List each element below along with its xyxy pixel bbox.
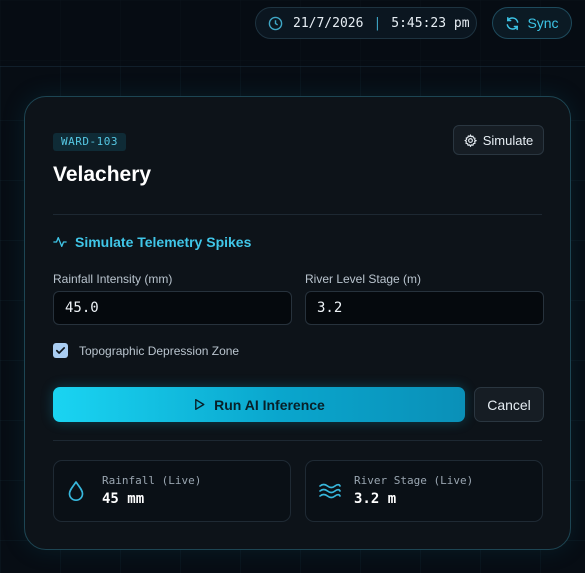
cancel-button[interactable]: Cancel [474, 387, 544, 422]
activity-icon [53, 235, 67, 249]
run-inference-label: Run AI Inference [214, 396, 325, 413]
waves-icon [318, 480, 342, 507]
checkbox[interactable] [53, 343, 68, 358]
river-level-input[interactable] [305, 291, 544, 325]
ward-card: WARD-103 Velachery Simulate Simulate Tel… [24, 96, 571, 550]
topographic-checkbox-row[interactable]: Topographic Depression Zone [53, 343, 239, 358]
section-title: Simulate Telemetry Spikes [75, 234, 252, 250]
rainfall-input[interactable] [53, 291, 292, 325]
play-icon [193, 398, 206, 411]
ward-id-badge: WARD-103 [53, 133, 126, 151]
rainfall-label: Rainfall Intensity (mm) [53, 272, 173, 286]
date-text: 21/7/2026 [293, 15, 364, 31]
metric-label: River Stage (Live) [354, 474, 474, 487]
checkmark-icon [55, 347, 66, 354]
refresh-icon [505, 16, 520, 31]
metric-label: Rainfall (Live) [102, 474, 202, 487]
date-time-separator: | [373, 15, 382, 31]
date-time-display: 21/7/2026 | 5:45:23 pm [255, 7, 477, 39]
divider [53, 440, 542, 441]
droplet-icon [66, 480, 86, 507]
top-bar: 21/7/2026 | 5:45:23 pm Sync [0, 0, 585, 67]
simulate-label: Simulate [482, 132, 534, 148]
sync-button[interactable]: Sync [492, 7, 572, 39]
metric-value: 3.2 m [354, 491, 397, 507]
clock-icon [268, 16, 283, 31]
gear-icon [463, 133, 477, 147]
metric-value: 45 mm [102, 491, 145, 507]
river-stage-live-metric: River Stage (Live) 3.2 m [305, 460, 543, 522]
divider [53, 214, 542, 215]
sync-label: Sync [527, 15, 559, 31]
simulate-button[interactable]: Simulate [453, 125, 544, 155]
river-level-label: River Level Stage (m) [305, 272, 422, 286]
time-text: 5:45:23 pm [391, 15, 470, 31]
rainfall-live-metric: Rainfall (Live) 45 mm [53, 460, 291, 522]
section-header: Simulate Telemetry Spikes [53, 234, 251, 250]
run-inference-button[interactable]: Run AI Inference [53, 387, 465, 422]
checkbox-label: Topographic Depression Zone [79, 343, 240, 358]
ward-name-title: Velachery [53, 163, 152, 186]
